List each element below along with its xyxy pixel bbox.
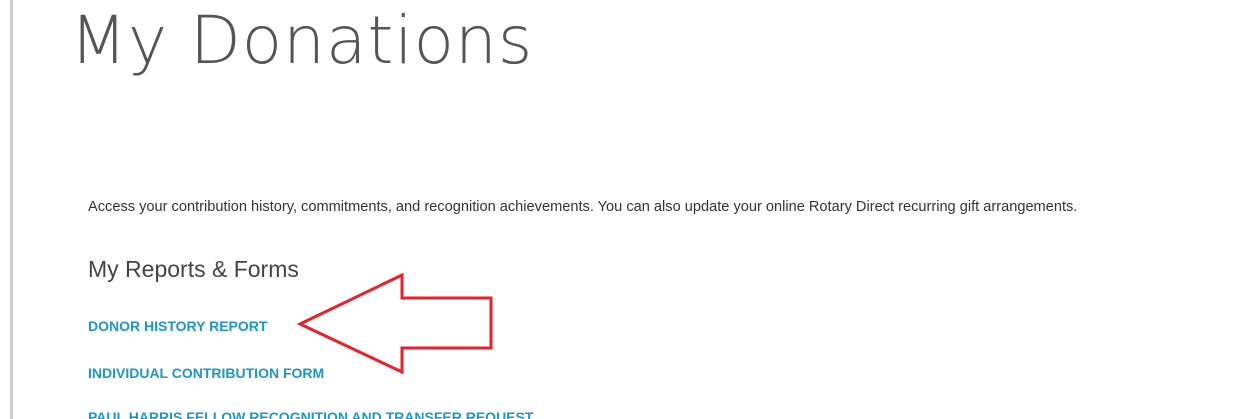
paul-harris-fellow-request-link[interactable]: PAUL HARRIS FELLOW RECOGNITION AND TRANS…	[88, 408, 533, 419]
arrow-outline	[296, 272, 493, 375]
individual-contribution-form-link[interactable]: INDIVIDUAL CONTRIBUTION FORM	[88, 364, 324, 382]
reports-forms-heading: My Reports & Forms	[88, 256, 299, 282]
donor-history-report-link[interactable]: DONOR HISTORY REPORT	[88, 317, 267, 335]
intro-description: Access your contribution history, commit…	[88, 199, 1078, 215]
page-title: My Donations	[70, 2, 534, 79]
left-border-rule	[10, 0, 13, 419]
